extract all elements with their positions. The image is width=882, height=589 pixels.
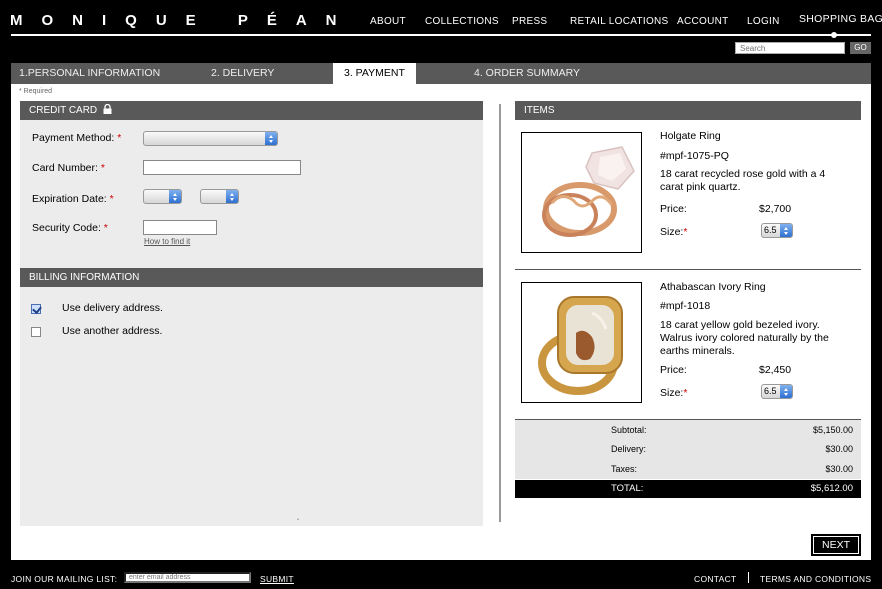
security-code-input[interactable] xyxy=(143,220,217,235)
items-panel: ITEMS Holgate Ring #mpf-1075-PQ 18 carat… xyxy=(515,101,861,511)
item-size-value: 6.5 xyxy=(764,386,777,396)
athabascan-ring-image[interactable] xyxy=(521,282,642,403)
item-price-label: Price: xyxy=(660,203,687,215)
payment-method-label: Payment Method: * xyxy=(32,132,122,144)
item-size-label: Size:* xyxy=(660,387,688,399)
ring-photo xyxy=(522,283,641,402)
item-price: $2,700 xyxy=(759,203,792,215)
email-field[interactable] xyxy=(124,572,251,583)
shopping-bag-link[interactable]: SHOPPING BAG xyxy=(799,13,882,25)
select-arrows-icon xyxy=(265,132,277,145)
nav-press[interactable]: PRESS xyxy=(512,16,547,27)
search-input[interactable] xyxy=(735,42,845,54)
header-divider xyxy=(11,34,871,36)
taxes-value: $30.00 xyxy=(825,464,853,474)
subtotal-value: $5,150.00 xyxy=(812,425,853,435)
item-description: 18 carat yellow gold bezeled ivory. Walr… xyxy=(660,319,829,357)
order-totals: Subtotal: $5,150.00 Delivery: $30.00 Tax… xyxy=(515,419,861,479)
tab-delivery[interactable]: 2. DELIVERY xyxy=(203,63,274,84)
expiration-date-label: Expiration Date: * xyxy=(32,193,114,205)
taxes-label: Taxes: xyxy=(611,464,638,474)
payment-panel: CREDIT CARD Payment Method: * Card Numbe… xyxy=(20,101,483,527)
how-to-find-link[interactable]: How to find it xyxy=(144,237,190,246)
lock-icon xyxy=(103,104,112,114)
item-price: $2,450 xyxy=(759,364,792,376)
item-price-label: Price: xyxy=(660,364,687,376)
total-value: $5,612.00 xyxy=(810,483,853,494)
payment-method-select[interactable] xyxy=(143,131,278,146)
item-size-select[interactable]: 6.5 xyxy=(761,223,793,238)
item-divider xyxy=(515,269,861,270)
total-label: TOTAL: xyxy=(611,483,644,494)
credit-card-header: CREDIT CARD xyxy=(20,101,483,120)
list-item: Holgate Ring #mpf-1075-PQ 18 carat recyc… xyxy=(515,126,861,276)
tab-order-summary[interactable]: 4. ORDER SUMMARY xyxy=(466,63,580,84)
security-code-label: Security Code: * xyxy=(32,222,108,234)
subtotal-label: Subtotal: xyxy=(611,425,647,435)
tab-payment[interactable]: 3. PAYMENT xyxy=(333,63,416,84)
nav-retail-locations[interactable]: RETAIL LOCATIONS xyxy=(570,16,669,27)
item-description: 18 carat recycled rose gold with a 4 car… xyxy=(660,168,826,193)
checkout-steps: 1.PERSONAL INFORMATION 2. DELIVERY 3. PA… xyxy=(11,63,871,84)
column-divider xyxy=(499,104,501,522)
expiration-year-select[interactable] xyxy=(200,189,239,204)
card-number-label: Card Number: * xyxy=(32,162,105,174)
contact-link[interactable]: CONTACT xyxy=(694,574,737,584)
items-header: ITEMS xyxy=(515,101,861,120)
use-delivery-address-label: Use delivery address. xyxy=(62,302,163,314)
select-arrows-icon xyxy=(780,385,792,398)
item-size-value: 6.5 xyxy=(764,225,777,235)
select-arrows-icon xyxy=(226,190,238,203)
expiration-month-select[interactable] xyxy=(143,189,182,204)
select-arrows-icon xyxy=(780,224,792,237)
required-note: * Required xyxy=(19,88,53,95)
select-arrows-icon xyxy=(169,190,181,203)
submit-link[interactable]: SUBMIT xyxy=(260,574,294,584)
use-another-address-label: Use another address. xyxy=(62,325,163,337)
footer-divider xyxy=(748,572,749,583)
terms-link[interactable]: TERMS AND CONDITIONS xyxy=(760,574,871,584)
item-size-label: Size:* xyxy=(660,226,688,238)
item-sku: #mpf-1018 xyxy=(660,300,711,312)
next-button[interactable]: NEXT xyxy=(811,534,861,556)
item-name[interactable]: Holgate Ring xyxy=(660,130,721,142)
billing-header: BILLING INFORMATION xyxy=(20,268,483,287)
search-go-button[interactable]: GO xyxy=(850,42,871,54)
credit-card-title: CREDIT CARD xyxy=(29,105,98,116)
billing-title: BILLING INFORMATION xyxy=(29,272,140,283)
list-item: Athabascan Ivory Ring #mpf-1018 18 carat… xyxy=(515,276,861,426)
nav-login[interactable]: LOGIN xyxy=(747,16,780,27)
ring-photo xyxy=(522,133,641,252)
nav-account[interactable]: ACCOUNT xyxy=(677,16,729,27)
checkout-main: * Required CREDIT CARD Payment Method: *… xyxy=(11,84,871,560)
item-name[interactable]: Athabascan Ivory Ring xyxy=(660,281,766,293)
card-number-input[interactable] xyxy=(143,160,301,175)
resize-mark: ´ xyxy=(297,518,300,527)
delivery-label: Delivery: xyxy=(611,444,647,454)
delivery-value: $30.00 xyxy=(825,444,853,454)
total-bar: TOTAL: $5,612.00 xyxy=(515,480,861,498)
tab-personal-information[interactable]: 1.PERSONAL INFORMATION xyxy=(11,63,160,84)
holgate-ring-image[interactable] xyxy=(521,132,642,253)
top-nav: ABOUT COLLECTIONS PRESS RETAIL LOCATIONS… xyxy=(0,13,882,30)
mailing-list-label: JOIN OUR MAILING LIST: xyxy=(11,574,118,584)
nav-collections[interactable]: COLLECTIONS xyxy=(425,16,499,27)
nav-about[interactable]: ABOUT xyxy=(370,16,406,27)
use-delivery-address-checkbox[interactable] xyxy=(31,304,41,314)
use-another-address-checkbox[interactable] xyxy=(31,327,41,337)
bag-indicator-dot xyxy=(831,32,837,38)
item-sku: #mpf-1075-PQ xyxy=(660,150,729,162)
item-size-select[interactable]: 6.5 xyxy=(761,384,793,399)
